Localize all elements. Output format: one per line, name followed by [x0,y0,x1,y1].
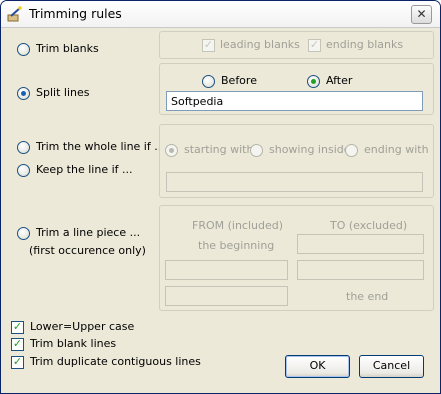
window-title: Trimming rules [29,6,122,21]
showing-inside-label[interactable]: showing inside [269,143,351,156]
trim-line-piece-radio[interactable] [17,227,30,240]
to-end-text: the end [346,290,389,303]
split-lines-radio[interactable] [17,87,30,100]
trim-duplicates-label[interactable]: Trim duplicate contiguous lines [30,355,201,368]
starting-with-label[interactable]: starting with [184,143,253,156]
from-header: FROM (included) [192,219,284,232]
split-text-input[interactable]: Softpedia [166,91,423,111]
ending-blanks-checkbox[interactable]: ✓ [308,38,321,52]
line-condition-panel: starting with showing inside ending with [159,124,434,198]
keep-line-label[interactable]: Keep the line if ... [36,163,133,176]
magic-wand-icon [7,6,22,22]
starting-with-radio[interactable] [165,144,178,157]
keep-line-radio[interactable] [17,164,30,177]
leading-blanks-checkbox[interactable]: ✓ [202,38,215,52]
line-piece-panel: FROM (included) TO (excluded) the beginn… [159,205,434,311]
from-beginning-text: the beginning [198,239,275,252]
to-header: TO (excluded) [330,219,408,232]
to-first-input[interactable] [297,234,424,254]
dialog-body: Trim blanks ✓ leading blanks ✓ ending bl… [1,28,440,393]
condition-text-input[interactable] [166,172,423,192]
trimming-rules-dialog: Trimming rules ✕ Trim blanks ✓ leading b… [0,0,441,394]
first-occurence-note: (first occurence only) [29,244,146,257]
before-label[interactable]: Before [221,74,257,87]
trim-duplicates-checkbox[interactable]: ✓ [11,355,24,369]
trim-whole-line-label[interactable]: Trim the whole line if ... [36,140,165,153]
close-button[interactable]: ✕ [411,5,432,24]
before-radio[interactable] [202,75,215,88]
after-label[interactable]: After [326,74,352,87]
to-second-input[interactable] [297,260,424,280]
split-text-value: Softpedia [171,95,224,108]
trim-whole-line-radio[interactable] [17,141,30,154]
from-second-input[interactable] [165,260,288,280]
trim-line-piece-label[interactable]: Trim a line piece ... [36,226,140,239]
cancel-button[interactable]: Cancel [359,355,424,378]
ending-with-radio[interactable] [345,144,358,157]
split-lines-label[interactable]: Split lines [36,86,89,99]
trim-blanks-panel: ✓ leading blanks ✓ ending blanks [159,31,434,59]
ending-blanks-label[interactable]: ending blanks [326,38,403,51]
ending-with-label[interactable]: ending with [364,143,429,156]
ok-button[interactable]: OK [285,355,350,378]
split-lines-panel: Before After Softpedia [159,63,434,115]
lower-upper-label[interactable]: Lower=Upper case [30,320,134,333]
trim-blank-lines-label[interactable]: Trim blank lines [30,337,116,350]
trim-blanks-label[interactable]: Trim blanks [36,42,99,55]
trim-blanks-radio[interactable] [17,43,30,56]
lower-upper-checkbox[interactable]: ✓ [11,320,24,334]
close-icon: ✕ [416,7,427,21]
showing-inside-radio[interactable] [250,144,263,157]
trim-blank-lines-checkbox[interactable]: ✓ [11,337,24,351]
after-radio[interactable] [307,75,320,88]
from-third-input[interactable] [165,286,288,306]
title-bar: Trimming rules ✕ [1,1,440,28]
leading-blanks-label[interactable]: leading blanks [220,38,300,51]
